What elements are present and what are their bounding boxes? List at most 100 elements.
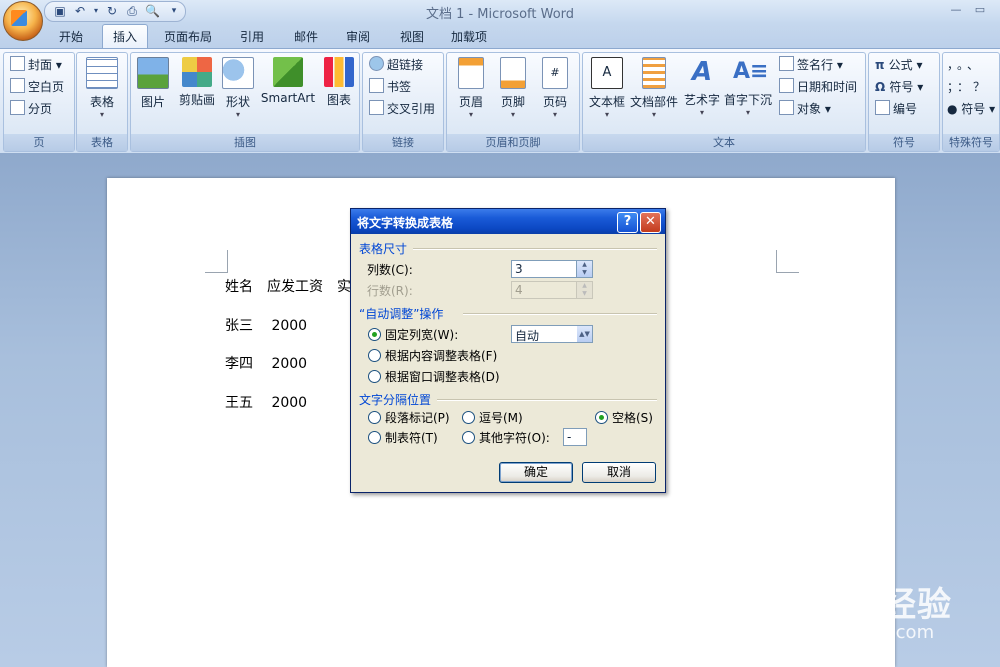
undo-icon[interactable]: ↶ — [73, 4, 87, 18]
signature-line-button[interactable]: 签名行 ▾ — [779, 55, 843, 75]
shapes-button[interactable]: 形状 ▾ — [221, 57, 255, 119]
textbox-icon: A — [591, 57, 623, 89]
fit-content-radio[interactable] — [368, 349, 381, 362]
clipart-button[interactable]: 剪贴画 — [175, 57, 219, 108]
cross-reference-icon — [369, 100, 384, 115]
numbering-icon — [875, 100, 890, 115]
watermark-logo: Baidu经验 — [768, 585, 953, 625]
tab-review[interactable]: 审阅 — [336, 27, 380, 47]
fit-content-label: 根据内容调整表格(F) — [385, 349, 498, 363]
tab-page-layout[interactable]: 页面布局 — [156, 27, 220, 47]
fixed-width-combo[interactable]: 自动 ▲▼ — [511, 325, 593, 343]
crop-mark-left — [205, 250, 228, 273]
group-illustrations: 图片 剪贴画 形状 ▾ SmartArt 图表 插图 — [130, 52, 360, 152]
spin-down-icon[interactable]: ▼ — [577, 269, 592, 277]
spin-down-icon: ▼ — [582, 290, 587, 297]
columns-label: 列数(C): — [367, 263, 413, 277]
page-break-button[interactable]: 分页 — [10, 99, 52, 119]
redo-icon[interactable]: ↻ — [105, 4, 119, 18]
group-tables: 表格 ▾ 表格 — [76, 52, 128, 152]
sep-comma-label: 逗号(M) — [479, 411, 523, 425]
sep-paragraph-radio[interactable] — [368, 411, 381, 424]
picture-button[interactable]: 图片 — [133, 57, 173, 110]
group-special-symbols: ，。、 ；：？ ● 符号 ▾ 特殊符号 — [942, 52, 1000, 152]
tab-view[interactable]: 视图 — [390, 27, 434, 47]
group-label-special-symbols: 特殊符号 — [943, 134, 999, 151]
customize-icon[interactable]: ▾ — [167, 4, 181, 18]
header-button[interactable]: 页眉 ▾ — [451, 57, 491, 119]
ok-button[interactable]: 确定 — [499, 462, 573, 483]
close-icon[interactable]: ✕ — [640, 212, 661, 233]
sep-space-label: 空格(S) — [612, 411, 653, 425]
drop-cap-button[interactable]: A≡ 首字下沉 ▾ — [723, 57, 773, 117]
bookmark-button[interactable]: 书签 — [369, 77, 411, 97]
symbol-button[interactable]: Ω 符号 ▾ — [875, 77, 923, 97]
table-icon — [86, 57, 118, 89]
equation-button[interactable]: π 公式 ▾ — [875, 55, 923, 75]
bookmark-icon — [369, 78, 384, 93]
special-symbol-row2[interactable]: ；：？ — [947, 77, 989, 97]
page-number-button[interactable]: # 页码 ▾ — [535, 57, 575, 119]
help-icon[interactable]: ? — [617, 212, 638, 233]
header-icon — [458, 57, 484, 89]
fixed-width-radio[interactable] — [368, 328, 381, 341]
doc-line-2: 李四 2000 — [225, 356, 308, 372]
section-autofit: “自动调整”操作 — [359, 307, 444, 321]
save-icon[interactable]: ▣ — [53, 4, 67, 18]
chart-icon — [324, 57, 354, 87]
group-label-pages: 页 — [4, 134, 74, 151]
convert-text-to-table-dialog: 将文字转换成表格 ? ✕ 表格尺寸 列数(C): 3 ▲ ▼ 行数(R): 4 ▲… — [350, 208, 666, 493]
group-label-illustrations: 插图 — [131, 134, 359, 151]
group-text: A 文本框 ▾ 文档部件 ▾ A 艺术字 ▾ A≡ 首字下沉 ▾ 签名行 ▾ 日… — [582, 52, 866, 152]
clipart-icon — [182, 57, 212, 87]
group-label-symbols: 符号 — [869, 134, 939, 151]
watermark-url: jingyan.baidu.com — [768, 622, 935, 643]
cross-reference-button[interactable]: 交叉引用 — [369, 99, 435, 119]
quick-parts-button[interactable]: 文档部件 ▾ — [629, 57, 679, 119]
signature-line-icon — [779, 56, 794, 71]
print-preview-icon[interactable]: 🔍 — [145, 4, 160, 18]
tab-references[interactable]: 引用 — [230, 27, 274, 47]
table-button[interactable]: 表格 ▾ — [82, 57, 122, 119]
cover-page-button[interactable]: 封面 ▾ — [10, 55, 62, 75]
sep-space-radio[interactable] — [595, 411, 608, 424]
spin-up-icon[interactable]: ▲ — [577, 261, 592, 269]
wordart-button[interactable]: A 艺术字 ▾ — [681, 57, 723, 117]
textbox-button[interactable]: A 文本框 ▾ — [585, 57, 629, 119]
print-icon[interactable]: ⎙ — [125, 4, 139, 18]
rows-spinner: 4 ▲ ▼ — [511, 281, 593, 299]
columns-spinner[interactable]: 3 ▲ ▼ — [511, 260, 593, 278]
shapes-icon — [222, 57, 254, 89]
sep-other-radio[interactable] — [462, 431, 475, 444]
numbering-button[interactable]: 编号 — [875, 99, 917, 119]
sep-tab-radio[interactable] — [368, 431, 381, 444]
fit-window-radio[interactable] — [368, 370, 381, 383]
tab-insert[interactable]: 插入 — [102, 24, 148, 50]
tab-mailings[interactable]: 邮件 — [284, 27, 328, 47]
special-symbol-button[interactable]: ● 符号 ▾ — [947, 99, 995, 119]
smartart-button[interactable]: SmartArt — [257, 57, 319, 105]
maximize-icon[interactable]: ▭ — [972, 3, 988, 17]
object-button[interactable]: 对象 ▾ — [779, 99, 831, 119]
cancel-button[interactable]: 取消 — [582, 462, 656, 483]
sep-other-input[interactable]: - — [563, 428, 587, 446]
rows-value: 4 — [515, 283, 523, 297]
blank-page-button[interactable]: 空白页 — [10, 77, 64, 97]
tab-home[interactable]: 开始 — [48, 27, 94, 47]
date-time-button[interactable]: 日期和时间 — [779, 77, 857, 97]
sep-paragraph-label: 段落标记(P) — [385, 411, 450, 425]
blank-page-icon — [10, 78, 25, 93]
footer-button[interactable]: 页脚 ▾ — [493, 57, 533, 119]
sep-comma-radio[interactable] — [462, 411, 475, 424]
doc-line-1: 张三 2000 — [225, 318, 308, 334]
undo-dropdown-icon[interactable]: ▾ — [89, 4, 103, 18]
quick-access-toolbar: ▣ ↶ ▾ ↻ ⎙ 🔍 ▾ — [44, 1, 186, 22]
special-symbol-row1[interactable]: ，。、 — [947, 55, 983, 75]
hyperlink-button[interactable]: 超链接 — [369, 55, 423, 75]
columns-value: 3 — [515, 262, 523, 276]
spin-icon[interactable]: ▲▼ — [577, 326, 592, 342]
chart-button[interactable]: 图表 — [321, 57, 357, 108]
group-header-footer: 页眉 ▾ 页脚 ▾ # 页码 ▾ 页眉和页脚 — [446, 52, 580, 152]
tab-addins[interactable]: 加载项 — [444, 27, 494, 47]
minimize-icon[interactable]: — — [948, 3, 964, 17]
